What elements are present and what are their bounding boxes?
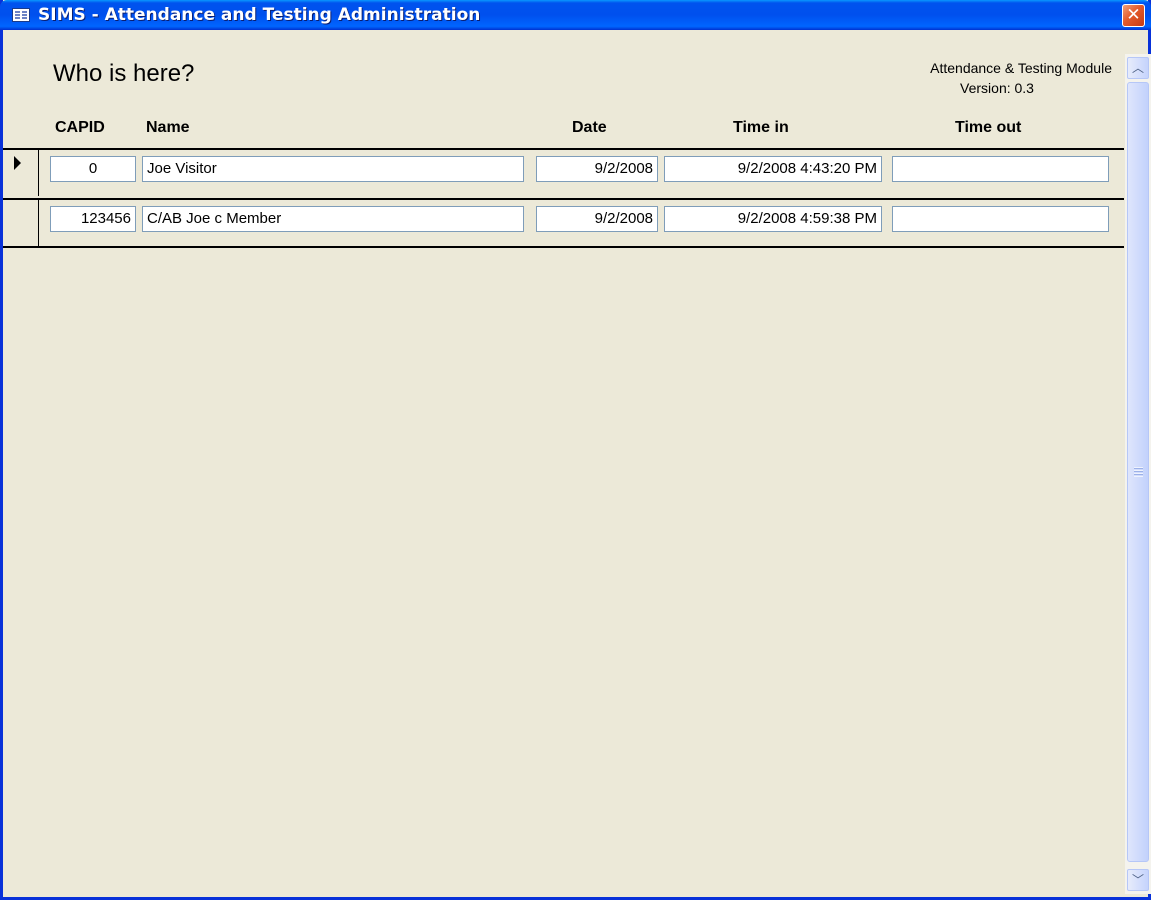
table-row: 0 Joe Visitor 9/2/2008 9/2/2008 4:43:20 … xyxy=(3,148,1124,196)
table-row: 123456 C/AB Joe c Member 9/2/2008 9/2/20… xyxy=(3,198,1124,248)
record-selector[interactable] xyxy=(3,200,39,246)
grip-icon xyxy=(1134,467,1143,477)
column-header-name: Name xyxy=(146,119,190,136)
module-info: Attendance & Testing Module Version: 0.3 xyxy=(852,58,1112,98)
current-record-arrow-icon xyxy=(14,156,21,170)
column-header-time-in: Time in xyxy=(733,119,789,136)
time-out-field[interactable] xyxy=(892,156,1109,182)
name-field[interactable]: Joe Visitor xyxy=(142,156,524,182)
app-window: SIMS - Attendance and Testing Administra… xyxy=(0,0,1151,900)
chevron-down-icon: ﹀ xyxy=(1131,873,1144,887)
column-header-capid: CAPID xyxy=(55,119,105,136)
close-icon: ✕ xyxy=(1126,5,1141,25)
scroll-up-button[interactable]: ︿ xyxy=(1127,57,1149,79)
record-selector[interactable] xyxy=(3,150,39,196)
time-out-field[interactable] xyxy=(892,206,1109,232)
scroll-thumb[interactable] xyxy=(1127,82,1149,862)
name-field[interactable]: C/AB Joe c Member xyxy=(142,206,524,232)
date-field[interactable]: 9/2/2008 xyxy=(536,156,658,182)
column-header-time-out: Time out xyxy=(955,119,1022,136)
column-header-date: Date xyxy=(572,119,607,136)
date-field[interactable]: 9/2/2008 xyxy=(536,206,658,232)
module-version: Version: 0.3 xyxy=(960,80,1034,96)
capid-field[interactable]: 123456 xyxy=(50,206,136,232)
module-name: Attendance & Testing Module xyxy=(930,60,1112,76)
vertical-scrollbar[interactable]: ︿ ﹀ xyxy=(1124,54,1151,894)
page-title: Who is here? xyxy=(53,60,195,87)
scroll-down-button[interactable]: ﹀ xyxy=(1127,869,1149,891)
close-button[interactable]: ✕ xyxy=(1122,4,1145,27)
window-title: SIMS - Attendance and Testing Administra… xyxy=(38,5,481,25)
title-bar[interactable]: SIMS - Attendance and Testing Administra… xyxy=(0,0,1151,30)
chevron-up-icon: ︿ xyxy=(1131,61,1144,75)
time-in-field[interactable]: 9/2/2008 4:43:20 PM xyxy=(664,156,882,182)
capid-field[interactable]: 0 xyxy=(50,156,136,182)
time-in-field[interactable]: 9/2/2008 4:59:38 PM xyxy=(664,206,882,232)
form-icon[interactable] xyxy=(12,8,30,22)
